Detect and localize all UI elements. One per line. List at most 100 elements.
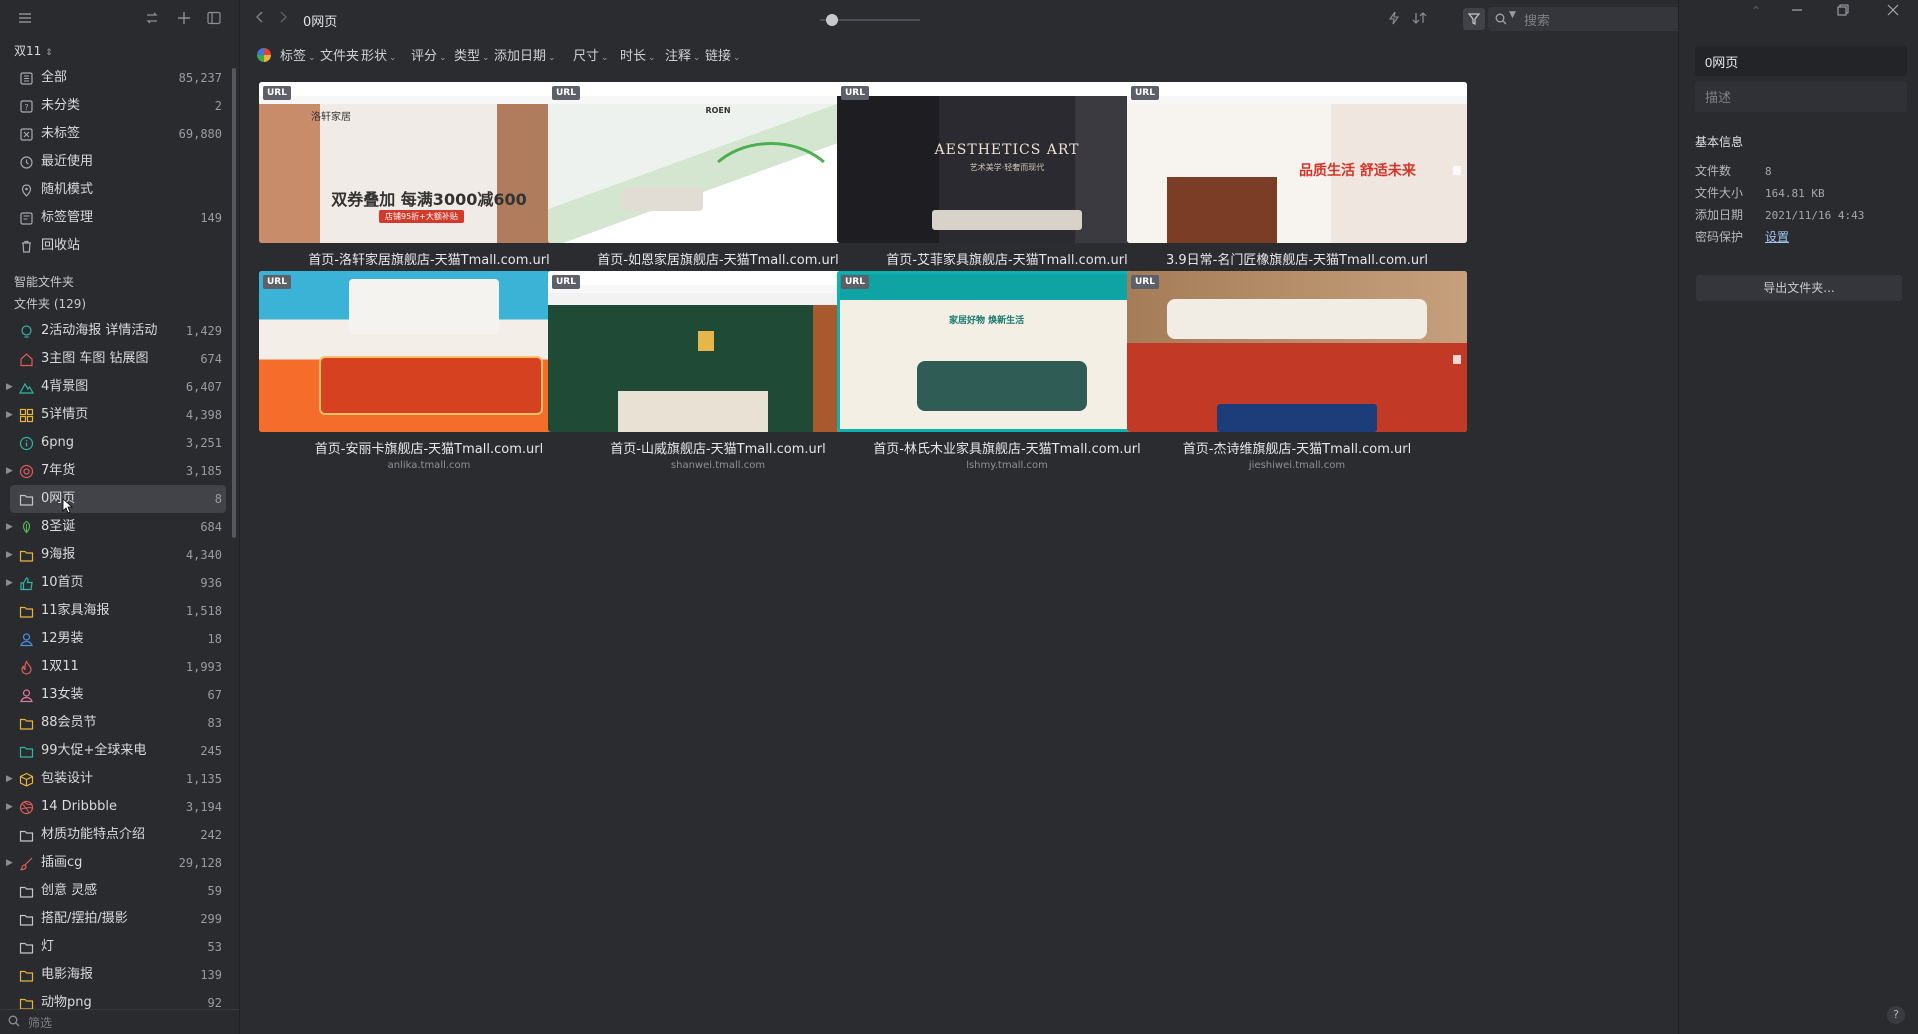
chevron-down-icon[interactable]: ▼ — [1509, 10, 1516, 20]
lightning-icon[interactable] — [1388, 11, 1400, 25]
folder-item[interactable]: ▶ 10首页 936 — [0, 569, 232, 597]
filter-6[interactable]: 尺寸 ⌄ — [573, 45, 609, 64]
search-icon — [1495, 13, 1507, 25]
pin-icon[interactable]: ⌃ — [1751, 4, 1761, 18]
folder-count: 67 — [207, 688, 222, 702]
folder-name-field[interactable] — [1695, 46, 1907, 76]
folder-item[interactable]: 创意 灵感 59 — [0, 877, 232, 905]
folder-item[interactable]: ▶ 14 Dribbble 3,194 — [0, 793, 232, 821]
sidebar-item[interactable]: ? 未分类 2 — [0, 92, 232, 120]
expand-arrow-icon[interactable]: ▶ — [6, 457, 13, 485]
filter-label: 形状 — [361, 49, 388, 64]
folder-label: 材质功能特点介绍 — [41, 827, 146, 842]
url-card[interactable]: 品质生活 舒适未来 URL 3.9日常-名门匠橡旗舰店-天猫Tmall.com.ur… — [1127, 82, 1467, 282]
sidebar-item[interactable]: 标签管理 149 — [0, 204, 232, 232]
card-thumbnail[interactable]: AESTHETICS ART 艺术美学·轻奢而现代 URL — [837, 82, 1177, 243]
filter-5[interactable]: 添加日期 ⌄ — [494, 45, 556, 64]
folder-item[interactable]: ▶ 5详情页 4,398 — [0, 401, 232, 429]
sidebar-item[interactable]: 回收站 — [0, 232, 232, 260]
folder-item[interactable]: 1双11 1,993 — [0, 653, 232, 681]
folder-item[interactable]: ▶ 插画cg 29,128 — [0, 849, 232, 877]
help-button[interactable]: ? — [1887, 1006, 1905, 1024]
folder-label: 11家具海报 — [41, 603, 110, 618]
folder-count: 3,194 — [185, 800, 222, 814]
folder-item[interactable]: 0网页 8 — [10, 485, 226, 514]
export-folder-button[interactable]: 导出文件夹... — [1696, 275, 1902, 301]
folder-item[interactable]: ▶ 8圣诞 684 — [0, 513, 232, 541]
sort-icon[interactable] — [1412, 11, 1428, 25]
folder-item[interactable]: 电影海报 139 — [0, 961, 232, 989]
filter-8[interactable]: 注释 ⌄ — [665, 45, 701, 64]
folder-label: 12男装 — [41, 631, 84, 646]
maximize-icon[interactable] — [1837, 4, 1849, 16]
sidebar-item[interactable]: 全部 85,237 — [0, 64, 232, 92]
folder-item[interactable]: 灯 53 — [0, 933, 232, 961]
folder-item[interactable]: 6png 3,251 — [0, 429, 232, 457]
folder-item[interactable]: 2活动海报 详情活动 1,429 — [0, 317, 232, 345]
card-thumbnail[interactable]: 家居好物 焕新生活 URL — [837, 271, 1177, 432]
sidebar-item[interactable]: 最近使用 — [0, 148, 232, 176]
password-set-link[interactable]: 设置 — [1765, 230, 1789, 244]
filter-7[interactable]: 时长 ⌄ — [620, 45, 656, 64]
add-icon[interactable] — [177, 11, 191, 25]
folder-item[interactable]: 搭配/摆拍/摄影 299 — [0, 905, 232, 933]
card-thumbnail[interactable]: 品质生活 舒适未来 URL — [1127, 82, 1467, 243]
smart-folders-heading[interactable]: 智能文件夹 — [0, 269, 232, 295]
folder-count: 3,185 — [185, 464, 222, 478]
filter-input[interactable] — [26, 1013, 230, 1033]
sidebar-item[interactable]: 未标签 69,880 — [0, 120, 232, 148]
sidebar-item-label: 最近使用 — [41, 154, 94, 169]
card-thumbnail[interactable]: URL — [1127, 271, 1467, 432]
forward-icon[interactable] — [278, 10, 288, 24]
description-field[interactable] — [1695, 82, 1907, 112]
expand-arrow-icon[interactable]: ▶ — [6, 849, 13, 877]
folder-item[interactable]: ▶ 包装设计 1,135 — [0, 765, 232, 793]
folder-item[interactable]: 13女装 67 — [0, 681, 232, 709]
filter-0[interactable]: 标签 ⌄ — [280, 45, 316, 64]
expand-arrow-icon[interactable]: ▶ — [6, 401, 13, 429]
folder-item[interactable]: ▶ 9海报 4,340 — [0, 541, 232, 569]
minimize-icon[interactable] — [1791, 4, 1803, 16]
zoom-slider-knob[interactable] — [826, 14, 838, 26]
folder-item[interactable]: 99大促+全球来电 245 — [0, 737, 232, 765]
folder-item[interactable]: 11家具海报 1,518 — [0, 597, 232, 625]
filter-3[interactable]: 评分 ⌄ — [411, 45, 447, 64]
color-filter-icon[interactable] — [257, 48, 271, 62]
folder-item[interactable]: 材质功能特点介绍 242 — [0, 821, 232, 849]
folder-label: 10首页 — [41, 575, 84, 590]
folder-item[interactable]: ▶ 4背景图 6,407 — [0, 373, 232, 401]
library-switcher[interactable]: 双11 ⇕ — [14, 42, 53, 59]
filter-toggle-button[interactable] — [1463, 8, 1485, 30]
folder-item[interactable]: 12男装 18 — [0, 625, 232, 653]
folder-item[interactable]: ▶ 7年货 3,185 — [0, 457, 232, 485]
back-icon[interactable] — [255, 10, 265, 24]
expand-arrow-icon[interactable]: ▶ — [6, 569, 13, 597]
sidebar-scrollbar[interactable] — [232, 68, 236, 538]
filter-2[interactable]: 形状 ⌄ — [361, 45, 397, 64]
expand-arrow-icon[interactable]: ▶ — [6, 513, 13, 541]
filter-9[interactable]: 链接 ⌄ — [705, 45, 741, 64]
folder-item[interactable]: 88会员节 83 — [0, 709, 232, 737]
filter-4[interactable]: 类型 ⌄ — [454, 45, 490, 64]
url-card[interactable]: 家居好物 焕新生活 URL 首页-林氏木业家具旗舰店-天猫Tmall.com.url… — [837, 271, 1177, 471]
expand-arrow-icon[interactable]: ▶ — [6, 541, 13, 569]
thumb-bed — [618, 391, 768, 432]
zoom-slider[interactable] — [820, 14, 920, 26]
search-box[interactable]: ▼ — [1488, 7, 1682, 31]
sidebar-item[interactable]: 随机模式 — [0, 176, 232, 204]
panel-toggle-icon[interactable] — [207, 11, 221, 25]
folder-item[interactable]: 3主图 车图 钻展图 674 — [0, 345, 232, 373]
close-icon[interactable] — [1887, 4, 1899, 16]
url-card[interactable]: URL 首页-杰诗维旗舰店-天猫Tmall.com.url jieshiwei.tm… — [1127, 271, 1467, 471]
expand-arrow-icon[interactable]: ▶ — [6, 765, 13, 793]
expand-arrow-icon[interactable]: ▶ — [6, 793, 13, 821]
thumb-banner: 品质生活 舒适未来 — [1299, 163, 1416, 179]
expand-arrow-icon[interactable]: ▶ — [6, 373, 13, 401]
search-input[interactable] — [1522, 10, 1676, 30]
sync-icon[interactable] — [145, 11, 159, 25]
url-card[interactable]: AESTHETICS ART 艺术美学·轻奢而现代 URL 首页-艾菲家具旗舰店-天猫… — [837, 82, 1177, 282]
store-header — [837, 82, 1177, 96]
folders-heading[interactable]: 文件夹 (129) — [0, 295, 232, 317]
tag-manage-icon — [19, 211, 34, 226]
menu-icon[interactable] — [18, 11, 32, 25]
